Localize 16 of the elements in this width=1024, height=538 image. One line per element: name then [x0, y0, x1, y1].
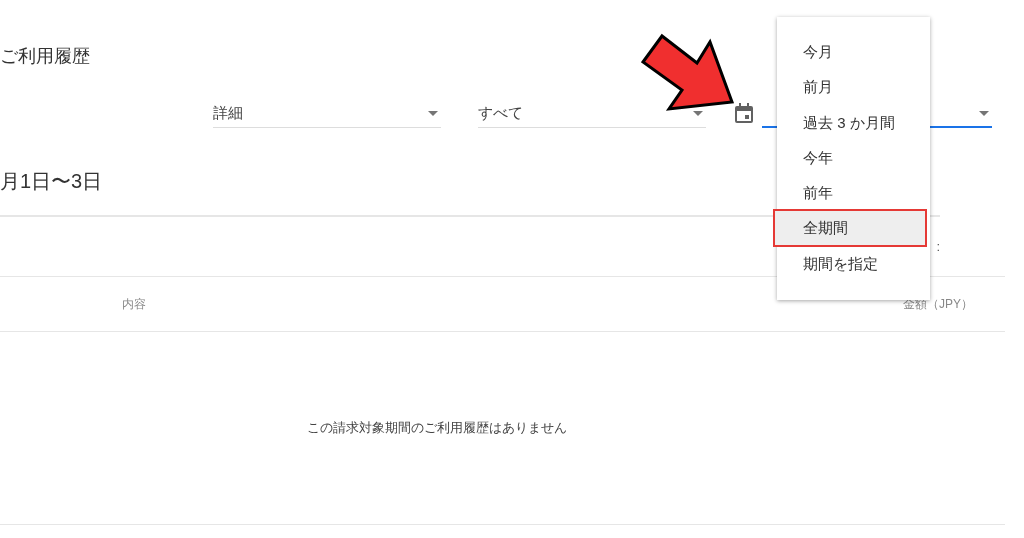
caret-icon — [979, 110, 989, 116]
menu-item[interactable]: 全期間 — [774, 210, 926, 246]
dropdown-field[interactable]: 詳細 — [213, 100, 441, 128]
menu-item[interactable]: 期間を指定 — [777, 245, 930, 282]
menu-item[interactable]: 前月 — [777, 69, 930, 105]
page-title: ご利用履歴 — [0, 45, 90, 68]
menu-item[interactable]: 今月 — [777, 34, 930, 70]
menu-item[interactable]: 過去 3 か月間 — [777, 104, 930, 140]
menu-item[interactable]: 今年 — [777, 139, 930, 176]
menu-item[interactable]: 前年 — [777, 175, 930, 211]
summary-label: : — [936, 239, 940, 254]
period-heading: 月1日〜3日 — [0, 169, 103, 194]
caret-icon — [428, 111, 438, 116]
column-header: 内容 — [122, 295, 146, 313]
empty-message: この請求対象期間のご利用履歴はありません — [307, 419, 567, 437]
calendar-icon — [735, 103, 753, 123]
